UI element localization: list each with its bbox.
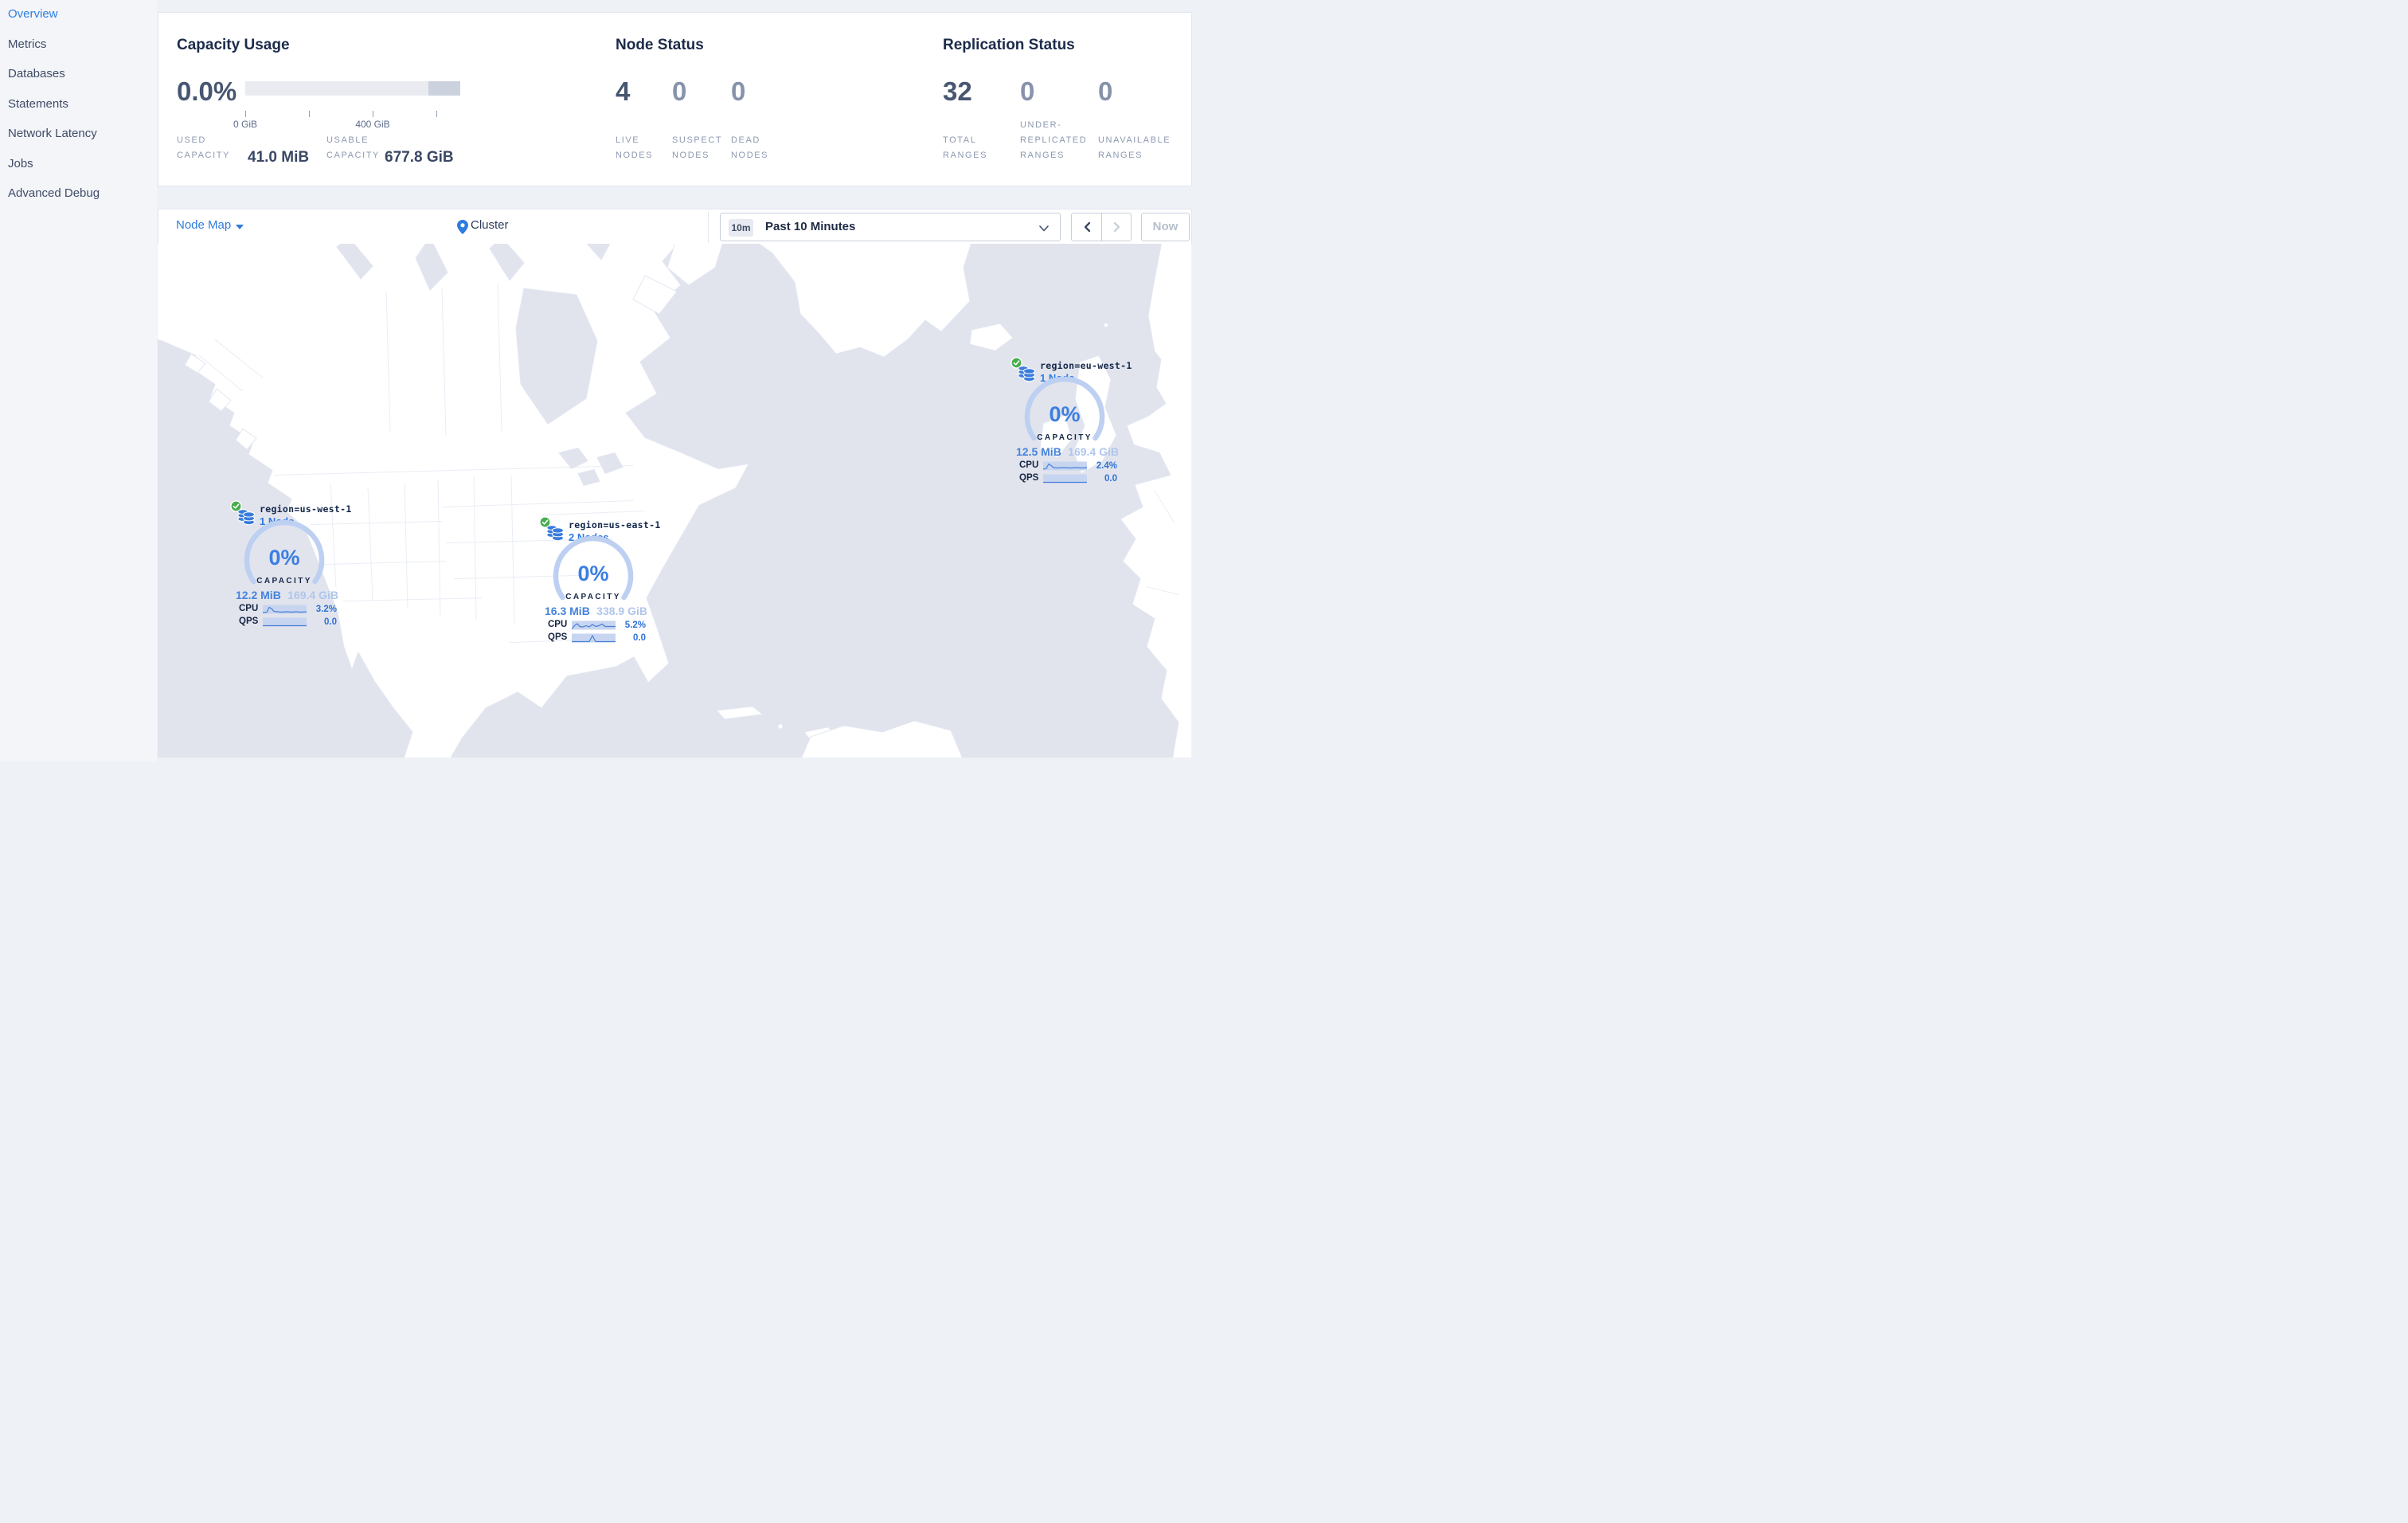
node-status-title: Node Status <box>616 37 704 53</box>
qps-sparkline <box>263 617 307 627</box>
total-ranges-count: 32 <box>943 76 972 106</box>
chevron-down-icon <box>1039 225 1049 232</box>
region-capacity-percent: 0% <box>1049 402 1081 426</box>
cpu-sparkline <box>1043 461 1087 471</box>
region-cpu-row: CPU 2.4% <box>1010 460 1122 472</box>
region-marker-us-east-1[interactable]: region=us-east-1 2 Nodes 0% CAPACITY 16.… <box>539 516 660 644</box>
suspect-nodes-count: 0 <box>672 76 687 106</box>
time-pager <box>1071 213 1132 241</box>
qps-sparkline <box>572 633 616 643</box>
map-toolbar: Node Map Cluster 10m Past 10 Minutes Now <box>158 209 1192 245</box>
chevron-left-icon <box>1084 221 1091 233</box>
qps-sparkline <box>1043 474 1087 484</box>
live-nodes-label: LIVE NODES <box>616 135 654 160</box>
region-capacity-label: CAPACITY <box>256 577 312 585</box>
sidebar-item-statements[interactable]: Statements <box>8 96 68 113</box>
qps-value: 0.0 <box>1104 474 1117 484</box>
capacity-usage-title: Capacity Usage <box>177 37 290 53</box>
cpu-value: 5.2% <box>624 621 646 630</box>
caret-down-icon[interactable] <box>236 225 244 229</box>
sidebar-item-databases[interactable]: Databases <box>8 65 65 83</box>
sidebar-item-network-latency[interactable]: Network Latency <box>8 125 97 143</box>
region-total-capacity: 169.4 GiB <box>1068 445 1119 458</box>
cpu-value: 2.4% <box>1096 461 1117 471</box>
total-ranges-label: TOTAL RANGES <box>943 135 988 160</box>
location-pin-icon <box>457 220 468 234</box>
sidebar-item-overview[interactable]: Overview <box>8 6 58 23</box>
cpu-label: CPU <box>239 604 259 613</box>
qps-value: 0.0 <box>324 617 337 627</box>
time-range-badge: 10m <box>729 219 753 237</box>
capacity-bar-reserved-segment <box>428 81 460 96</box>
sidebar-item-metrics[interactable]: Metrics <box>8 36 46 53</box>
region-capacity-percent: 0% <box>268 546 300 570</box>
capacity-tick <box>245 111 246 117</box>
node-map[interactable]: region=us-west-1 1 Node 0% CAPACITY 12.2… <box>158 244 1192 758</box>
capacity-bar <box>245 81 460 96</box>
region-total-capacity: 338.9 GiB <box>596 605 647 617</box>
region-used-capacity: 12.2 MiB <box>236 589 281 601</box>
capacity-tick-label-0: 0 GiB <box>233 119 257 130</box>
toolbar-divider <box>708 212 709 243</box>
dead-nodes-count: 0 <box>731 76 746 106</box>
suspect-nodes-label: SUSPECT NODES <box>672 135 722 160</box>
cpu-label: CPU <box>548 620 568 629</box>
region-total-capacity: 169.4 GiB <box>287 589 338 601</box>
region-name: region=us-east-1 <box>569 519 661 531</box>
qps-label: QPS <box>548 632 568 642</box>
time-forward-button[interactable] <box>1102 213 1132 241</box>
replication-status-title: Replication Status <box>943 37 1075 53</box>
region-marker-eu-west-1[interactable]: region=eu-west-1 1 Node 0% CAPACITY 12.5… <box>1010 357 1132 484</box>
live-nodes-count: 4 <box>616 76 631 106</box>
sidebar-item-advanced-debug[interactable]: Advanced Debug <box>8 185 100 202</box>
region-cpu-row: CPU 3.2% <box>230 604 342 615</box>
time-range-dropdown[interactable]: 10m Past 10 Minutes <box>720 213 1061 241</box>
region-capacity-percent: 0% <box>577 562 609 585</box>
cpu-value: 3.2% <box>315 605 337 614</box>
region-marker-us-west-1[interactable]: region=us-west-1 1 Node 0% CAPACITY 12.2… <box>230 500 351 628</box>
cpu-sparkline <box>572 621 616 630</box>
breadcrumb-cluster[interactable]: Cluster <box>471 218 509 232</box>
region-capacity-label: CAPACITY <box>565 593 621 601</box>
region-cpu-row: CPU 5.2% <box>539 620 651 631</box>
under-replicated-count: 0 <box>1020 76 1035 106</box>
sidebar-item-jobs[interactable]: Jobs <box>8 155 33 173</box>
overview-page: Overview Metrics Databases Statements Ne… <box>0 0 1204 762</box>
sidebar: Overview Metrics Databases Statements Ne… <box>0 0 157 762</box>
region-qps-row: QPS 0.0 <box>1010 473 1122 484</box>
time-back-button[interactable] <box>1072 213 1102 241</box>
region-name: region=us-west-1 <box>260 503 352 515</box>
region-qps-row: QPS 0.0 <box>230 617 342 628</box>
unavailable-ranges-count: 0 <box>1098 76 1113 106</box>
now-button[interactable]: Now <box>1141 213 1190 241</box>
under-replicated-label: UNDER-REPLICATED RANGES <box>1020 120 1088 160</box>
region-used-capacity: 12.5 MiB <box>1016 445 1061 458</box>
used-capacity-value: 41.0 MiB <box>248 149 310 166</box>
used-capacity-label: USED CAPACITY <box>177 135 230 160</box>
region-used-capacity: 16.3 MiB <box>545 605 590 617</box>
usable-capacity-value: 677.8 GiB <box>385 149 454 166</box>
capacity-tick <box>309 111 310 117</box>
cluster-summary-card: Capacity Usage 0.0% 0 GiB 400 GiB USED C… <box>158 12 1192 186</box>
view-selector-dropdown[interactable]: Node Map <box>176 218 231 232</box>
region-capacity-label: CAPACITY <box>1037 433 1093 442</box>
capacity-tick <box>436 111 437 117</box>
region-name: region=eu-west-1 <box>1040 360 1132 371</box>
dead-nodes-label: DEAD NODES <box>731 135 769 160</box>
cpu-sparkline <box>263 605 307 614</box>
time-range-label: Past 10 Minutes <box>765 220 856 233</box>
qps-label: QPS <box>1019 473 1039 483</box>
unavailable-ranges-label: UNAVAILABLE RANGES <box>1098 135 1171 160</box>
region-qps-row: QPS 0.0 <box>539 632 651 644</box>
qps-value: 0.0 <box>633 633 646 643</box>
capacity-used-percent: 0.0% <box>177 76 237 106</box>
chevron-right-icon <box>1113 221 1120 233</box>
usable-capacity-label: USABLE CAPACITY <box>326 135 380 160</box>
qps-label: QPS <box>239 617 259 626</box>
capacity-tick-label-400: 400 GiB <box>355 119 390 130</box>
cpu-label: CPU <box>1019 460 1039 470</box>
